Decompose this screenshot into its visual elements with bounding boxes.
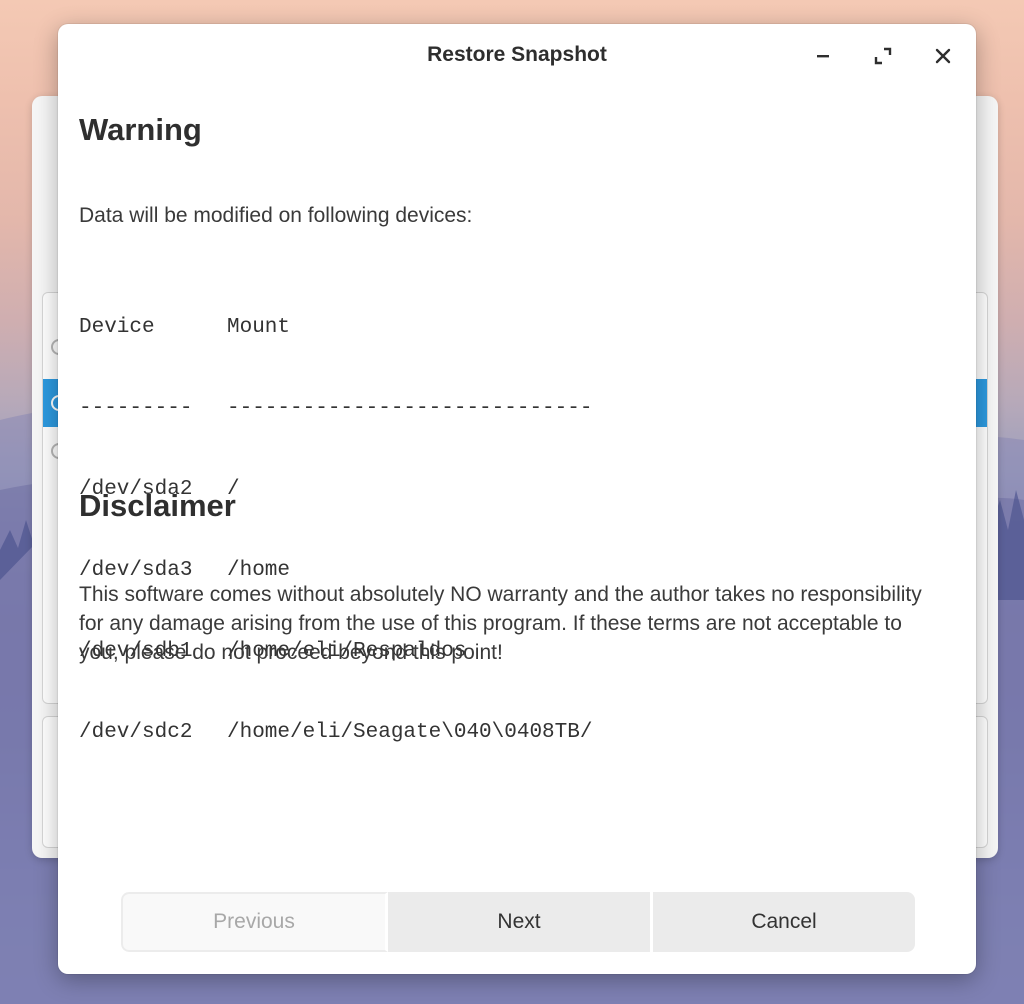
device-table-header: Device Mount — [79, 314, 592, 341]
header-device: Device — [79, 316, 155, 339]
separator-mount: ----------------------------- — [227, 397, 593, 420]
warning-heading: Warning — [79, 112, 202, 147]
maximize-icon — [874, 47, 892, 65]
header-mount: Mount — [227, 316, 291, 339]
dialog-titlebar[interactable]: Restore Snapshot — [58, 24, 976, 88]
close-button[interactable] — [929, 42, 957, 70]
previous-button[interactable]: Previous — [121, 892, 388, 952]
cancel-button[interactable]: Cancel — [653, 892, 915, 952]
maximize-button[interactable] — [869, 42, 897, 70]
minimize-icon — [815, 48, 831, 64]
separator-device: --------- — [79, 397, 193, 420]
device-table-separator: --------- ----------------------------- — [79, 395, 592, 422]
mount-cell: /home — [227, 559, 291, 582]
dialog-button-bar: Previous Next Cancel — [121, 892, 915, 952]
close-icon — [935, 48, 951, 64]
next-button[interactable]: Next — [388, 892, 653, 952]
mount-cell: /home/eli/Seagate\040\0408TB/ — [227, 721, 593, 744]
device-table: Device Mount --------- -------------------… — [79, 260, 592, 800]
restore-snapshot-dialog: Restore Snapshot Warning Data will be mo… — [58, 24, 976, 974]
table-row: /dev/sdc2/home/eli/Seagate\040\0408TB/ — [79, 719, 592, 746]
warning-text: Data will be modified on following devic… — [79, 204, 473, 227]
device-cell: /dev/sdc2 — [79, 721, 193, 744]
dialog-title: Restore Snapshot — [427, 43, 607, 66]
disclaimer-heading: Disclaimer — [79, 488, 236, 523]
disclaimer-text: This software comes without absolutely N… — [79, 583, 922, 664]
minimize-button[interactable] — [809, 42, 837, 70]
